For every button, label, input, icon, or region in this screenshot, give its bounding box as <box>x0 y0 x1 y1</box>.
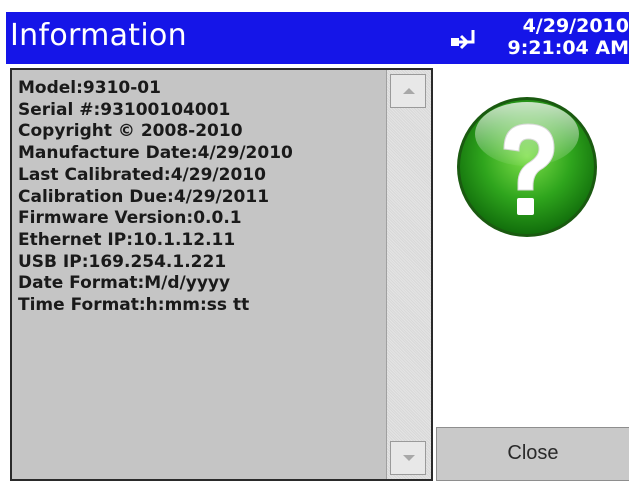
question-mark-icon <box>454 94 600 240</box>
info-line-last-calibrated: Last Calibrated:4/29/2010 <box>18 164 266 185</box>
vertical-scrollbar[interactable] <box>386 70 431 479</box>
scroll-up-button[interactable] <box>390 74 426 108</box>
close-button[interactable]: Close <box>436 427 629 481</box>
information-screen: Information 4/29/2010 9:21:04 AM Model:9… <box>0 0 629 483</box>
info-lines: Model:9310-01 Serial #:93100104001 Copyr… <box>18 78 378 317</box>
info-line-date-format: Date Format:M/d/yyyy <box>18 273 231 294</box>
time-display: 9:21:04 AM <box>507 37 629 59</box>
info-line-firmware-version: Firmware Version:0.0.1 <box>18 208 242 229</box>
close-button-label: Close <box>507 442 559 464</box>
info-line-copyright: Copyright © 2008-2010 <box>18 121 243 142</box>
chevron-up-icon <box>403 88 415 94</box>
title-bar: Information 4/29/2010 9:21:04 AM <box>6 12 629 64</box>
chevron-down-icon <box>403 455 415 461</box>
window-title: Information <box>10 18 187 53</box>
date-display: 4/29/2010 <box>522 15 629 37</box>
scroll-down-button[interactable] <box>390 441 426 475</box>
info-list-panel[interactable]: Model:9310-01 Serial #:93100104001 Copyr… <box>10 68 433 481</box>
plug-icon <box>449 28 483 50</box>
info-line-model: Model:9310-01 <box>18 78 161 98</box>
info-line-usb-ip: USB IP:169.254.1.221 <box>18 251 227 272</box>
info-line-ethernet-ip: Ethernet IP:10.1.12.11 <box>18 229 236 250</box>
info-line-time-format: Time Format:h:mm:ss tt <box>18 295 250 316</box>
info-line-serial: Serial #:93100104001 <box>18 99 231 120</box>
info-line-manufacture-date: Manufacture Date:4/29/2010 <box>18 143 293 164</box>
info-line-calibration-due: Calibration Due:4/29/2011 <box>18 186 270 207</box>
